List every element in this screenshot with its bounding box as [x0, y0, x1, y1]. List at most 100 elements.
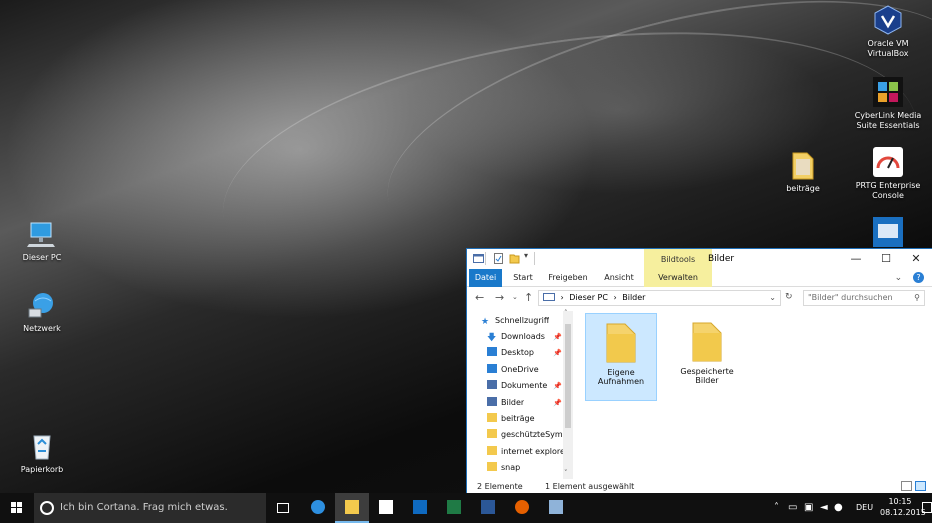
tray-app-icon[interactable]: ▭: [788, 502, 797, 513]
taskbar-app-task-view[interactable]: [267, 493, 301, 523]
pin-icon: 📌: [553, 382, 562, 390]
up-button[interactable]: ↑: [524, 291, 533, 304]
input-language[interactable]: DEU: [856, 503, 873, 512]
tray-app-icon[interactable]: ●: [834, 502, 843, 513]
folder-label: Eigene Aufnahmen: [597, 368, 645, 386]
cloud-icon: [487, 364, 497, 373]
outlook-icon: [413, 500, 427, 514]
desktop-icon-label: Netzwerk: [23, 324, 61, 333]
search-input[interactable]: "Bilder" durchsuchen ⚲: [803, 290, 925, 306]
qa-divider: [534, 252, 535, 265]
clock[interactable]: 10:15 08.12.2015: [880, 496, 926, 518]
virtualbox-icon: [874, 5, 902, 35]
show-hidden-icons[interactable]: ˄: [774, 502, 779, 513]
desktop-icon-beitraege[interactable]: beiträge: [761, 149, 845, 194]
clock-date: 08.12.2015: [880, 508, 926, 517]
desktop-icon-label: Oracle VM VirtualBox: [867, 39, 909, 58]
tab-start[interactable]: Start: [505, 269, 541, 287]
folder-icon: [487, 413, 497, 422]
status-bar: 2 Elemente 1 Element ausgewählt: [467, 479, 932, 494]
close-button[interactable]: ✕: [901, 249, 931, 269]
folder-item-eigene-aufnahmen[interactable]: Eigene Aufnahmen: [585, 313, 657, 401]
windows-start-icon[interactable]: [0, 493, 34, 523]
desktop-icon-cyberlink[interactable]: CyberLink Media Suite Essentials: [846, 76, 930, 131]
folder-icon: [792, 152, 814, 180]
nav-item[interactable]: snap: [487, 460, 520, 476]
taskbar-app-firefox[interactable]: [505, 493, 539, 523]
file-explorer-icon: [345, 500, 359, 514]
tab-view[interactable]: Ansicht: [595, 269, 643, 287]
desktop-icon-network[interactable]: Netzwerk: [0, 289, 84, 334]
tab-share[interactable]: Freigeben: [544, 269, 592, 287]
breadcrumb-this-pc[interactable]: Dieser PC: [569, 293, 608, 302]
navigation-pane: ★ Schnellzugriff 🡇 Downloads 📌 Desktop 📌 OneDri…: [467, 311, 573, 479]
word-icon: [481, 500, 495, 514]
recent-locations-icon[interactable]: ⌄: [512, 293, 518, 301]
nav-item[interactable]: Dokumente: [487, 378, 547, 394]
nav-scrollbar-thumb[interactable]: [565, 324, 571, 428]
download-icon: 🡇: [487, 333, 497, 343]
back-button[interactable]: ←: [475, 291, 484, 304]
nav-item[interactable]: Bilder: [487, 395, 524, 411]
desktop-icon-prtg[interactable]: PRTG Enterprise Console: [846, 146, 930, 201]
nav-item[interactable]: beiträge: [487, 411, 535, 427]
pc-icon: [543, 293, 555, 301]
document-icon: [487, 380, 497, 389]
tab-manage[interactable]: Verwalten: [644, 269, 712, 287]
nav-item[interactable]: ★ Schnellzugriff: [481, 313, 549, 329]
firefox-icon: [515, 500, 529, 514]
desktop-icon-virtualbox[interactable]: Oracle VM VirtualBox: [846, 4, 930, 59]
recycle-bin-icon: [33, 435, 51, 460]
gauge-icon: [873, 147, 903, 177]
address-dropdown-icon[interactable]: ⌄: [769, 291, 776, 305]
new-folder-icon[interactable]: [509, 253, 520, 264]
taskbar-app-photos[interactable]: [539, 493, 573, 523]
taskbar-app-edge[interactable]: [301, 493, 335, 523]
tab-file[interactable]: Datei: [469, 269, 502, 287]
refresh-button[interactable]: ↻: [785, 292, 793, 302]
minimize-icon: —: [850, 252, 862, 265]
title-bar[interactable]: ▾ Bildtools Bilder — ☐ ✕: [467, 249, 932, 287]
minimize-button[interactable]: —: [841, 249, 871, 269]
nav-item[interactable]: internet explorer: [487, 444, 568, 460]
desktop-icon-recycle-bin[interactable]: Papierkorb: [0, 430, 84, 475]
nav-item[interactable]: geschützteSymb: [487, 427, 568, 443]
nav-item-label: Downloads: [501, 332, 545, 341]
computer-icon: [27, 222, 55, 247]
nav-item[interactable]: OneDrive: [487, 362, 539, 378]
address-bar[interactable]: › Dieser PC › Bilder ⌄: [538, 290, 781, 306]
nav-item-label: Bilder: [501, 398, 525, 407]
large-icons-view-button[interactable]: [915, 481, 926, 491]
help-icon[interactable]: ?: [913, 272, 924, 283]
desktop-icon-this-pc[interactable]: Dieser PC: [0, 218, 84, 263]
network-globe-icon: [28, 293, 53, 318]
cortana-search-box[interactable]: Ich bin Cortana. Frag mich etwas.: [34, 493, 266, 523]
taskbar-app-file-explorer[interactable]: [335, 493, 369, 523]
action-center-icon[interactable]: [922, 502, 932, 513]
nav-item[interactable]: 🡇 Downloads: [487, 329, 545, 345]
qa-divider: [485, 252, 486, 265]
pin-icon: 📌: [553, 399, 562, 407]
taskbar-app-store[interactable]: [369, 493, 403, 523]
scroll-down-icon[interactable]: ˅: [564, 469, 568, 477]
taskbar-app-excel[interactable]: [437, 493, 471, 523]
breadcrumb-pictures[interactable]: Bilder: [622, 293, 645, 302]
nav-item-label: Dokumente: [501, 381, 548, 390]
taskbar-app-outlook[interactable]: [403, 493, 437, 523]
desktop-icon-partial[interactable]: [846, 216, 930, 251]
volume-icon[interactable]: ◄: [820, 502, 828, 513]
properties-icon[interactable]: [493, 253, 504, 264]
window-menu-icon[interactable]: [473, 253, 484, 264]
maximize-button[interactable]: ☐: [871, 249, 901, 269]
search-icon[interactable]: ⚲: [914, 291, 920, 305]
star-icon: ★: [481, 317, 490, 327]
taskbar-app-word[interactable]: [471, 493, 505, 523]
folder-item-gespeicherte-bilder[interactable]: Gespeicherte Bilder: [671, 313, 743, 401]
forward-button[interactable]: →: [495, 291, 504, 304]
nav-item[interactable]: Desktop: [487, 345, 534, 361]
expand-ribbon-icon[interactable]: ⌄: [895, 273, 903, 283]
desktop-icon-label: Dieser PC: [22, 253, 62, 262]
scroll-up-icon[interactable]: ˄: [564, 309, 568, 317]
details-view-button[interactable]: [901, 481, 912, 491]
network-icon[interactable]: ▣: [804, 502, 813, 513]
